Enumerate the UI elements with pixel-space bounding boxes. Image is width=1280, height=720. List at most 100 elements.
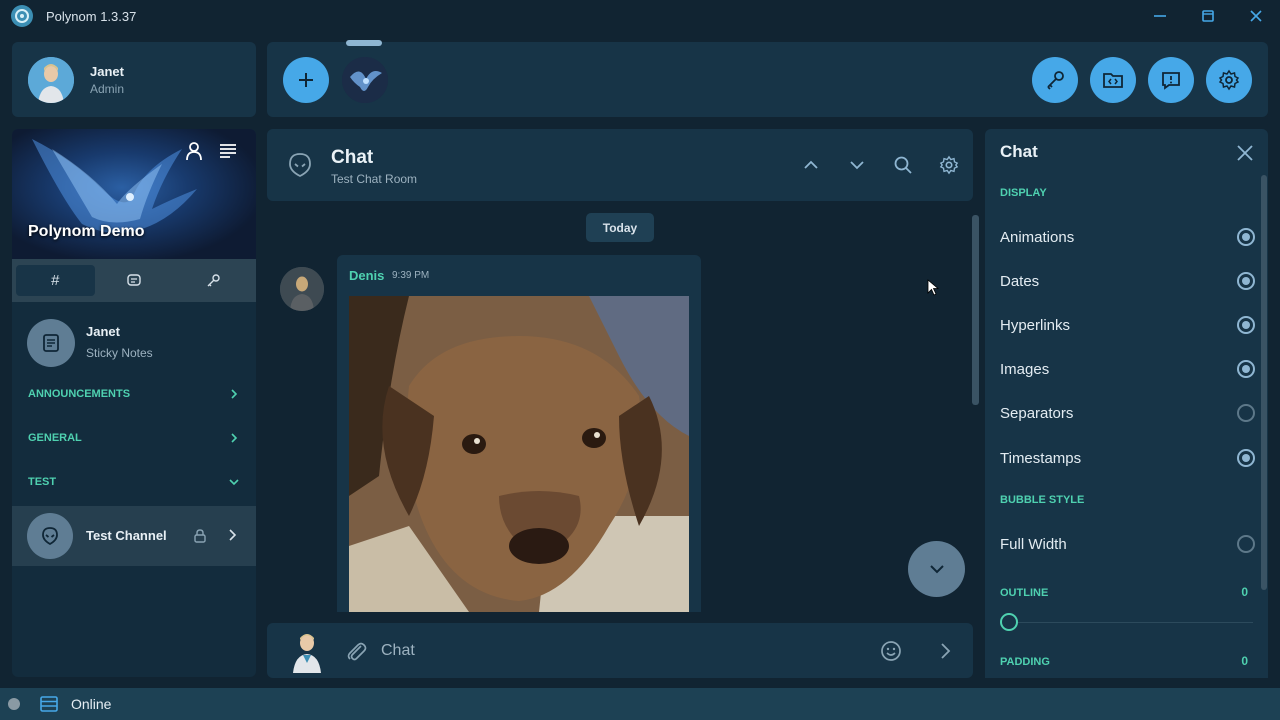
title-bar: Polynom 1.3.37 [0, 0, 1280, 32]
setting-images[interactable]: Images [1000, 357, 1255, 381]
alert-message-icon [1162, 72, 1180, 90]
server-list-icon[interactable] [39, 694, 59, 714]
keys-button[interactable] [1032, 57, 1078, 103]
timestamps-toggle[interactable] [1237, 449, 1255, 467]
channel-name: Test Channel [86, 528, 167, 543]
animations-toggle[interactable] [1237, 228, 1255, 246]
person-icon [186, 142, 202, 161]
composer-user-avatar [287, 629, 327, 673]
server-banner: Polynom Demo [12, 129, 256, 259]
padding-section-heading: PADDING [1000, 656, 1050, 668]
message-image-puppy[interactable] [349, 296, 689, 612]
search-button[interactable] [891, 153, 915, 177]
sticky-notes-icon [27, 319, 75, 367]
outline-section-heading: OUTLINE [1000, 587, 1049, 599]
outline-slider-thumb[interactable] [1000, 613, 1018, 631]
active-server-indicator [346, 40, 382, 46]
setting-full-width[interactable]: Full Width [1000, 532, 1255, 556]
chevron-down-icon [850, 161, 864, 170]
separators-toggle[interactable] [1237, 404, 1255, 422]
server-name: Polynom Demo [28, 223, 145, 240]
status-text: Online [71, 696, 112, 712]
channel-item-test-channel[interactable]: Test Channel [12, 506, 256, 566]
plus-icon [299, 73, 313, 87]
chevron-right-icon [231, 433, 238, 443]
chat-bubble-icon [127, 273, 141, 286]
user-avatar [28, 57, 74, 103]
server-menu-button[interactable] [216, 139, 240, 163]
category-announcements[interactable]: ANNOUNCEMENTS [28, 384, 240, 404]
chat-scrollbar[interactable] [972, 215, 979, 405]
gear-icon [939, 155, 959, 175]
category-general[interactable]: GENERAL [28, 428, 240, 448]
scroll-down-header-button[interactable] [845, 153, 869, 177]
attachment-icon[interactable] [344, 639, 368, 663]
jump-to-bottom-button[interactable] [908, 541, 965, 597]
emoji-icon[interactable] [879, 639, 903, 663]
feedback-button[interactable] [1148, 57, 1194, 103]
connection-status-indicator [8, 698, 20, 710]
alien-channel-icon [27, 513, 73, 559]
message-author-avatar[interactable] [280, 267, 324, 311]
close-window-button[interactable] [1232, 0, 1280, 32]
lock-icon [194, 529, 206, 543]
setting-label: Animations [1000, 228, 1075, 246]
chevron-down-icon [229, 479, 239, 486]
user-name: Janet [90, 64, 124, 79]
setting-animations[interactable]: Animations [1000, 225, 1255, 249]
sticky-notes-owner: Janet [86, 324, 120, 339]
server-bar [267, 40, 1268, 117]
chat-header: Chat Test Chat Room [267, 129, 973, 201]
chat-input[interactable] [381, 634, 861, 667]
send-icon[interactable] [933, 639, 957, 663]
category-label: GENERAL [28, 432, 82, 444]
hyperlinks-toggle[interactable] [1237, 316, 1255, 334]
setting-hyperlinks[interactable]: Hyperlinks [1000, 313, 1255, 337]
category-test[interactable]: TEST [28, 472, 240, 492]
folder-code-icon [1103, 73, 1123, 88]
category-label: TEST [28, 476, 57, 488]
chevron-right-icon [229, 529, 237, 541]
bubble-style-section-heading: BUBBLE STYLE [1000, 494, 1085, 506]
dates-toggle[interactable] [1237, 272, 1255, 290]
outline-value: 0 [1241, 585, 1248, 599]
key-icon [207, 273, 220, 286]
chat-subtitle: Test Chat Room [331, 172, 418, 186]
tab-channels[interactable]: # [16, 265, 95, 296]
maximize-icon [1202, 10, 1214, 22]
polynom-logo-icon [11, 5, 33, 27]
channel-sidebar: Polynom Demo # Janet Sticky Notes ANNOUN… [12, 129, 256, 677]
settings-scrollbar[interactable] [1261, 175, 1267, 590]
user-card[interactable]: Janet Admin [12, 42, 256, 117]
server-icon-polynom-demo[interactable] [342, 57, 388, 103]
message-composer [267, 623, 973, 678]
chevron-down-icon [929, 565, 944, 574]
maximize-button[interactable] [1184, 0, 1232, 32]
message-author[interactable]: Denis [349, 268, 384, 283]
files-button[interactable] [1090, 57, 1136, 103]
chat-settings-button[interactable] [937, 153, 961, 177]
images-toggle[interactable] [1237, 360, 1255, 378]
outline-slider-track[interactable] [1009, 622, 1253, 623]
search-icon [894, 156, 912, 174]
setting-separators[interactable]: Separators [1000, 401, 1255, 425]
chat-title: Chat [331, 147, 374, 168]
full-width-toggle[interactable] [1237, 535, 1255, 553]
settings-button[interactable] [1206, 57, 1252, 103]
setting-label: Timestamps [1000, 449, 1082, 467]
close-icon[interactable] [1233, 141, 1257, 165]
setting-timestamps[interactable]: Timestamps [1000, 446, 1255, 470]
date-divider: Today [586, 213, 654, 242]
message-timestamp: 9:39 PM [392, 270, 430, 281]
message-bubble: Denis 9:39 PM [337, 255, 701, 612]
display-section-heading: DISPLAY [1000, 187, 1047, 199]
members-button[interactable] [182, 139, 206, 163]
tab-keys[interactable] [173, 265, 252, 296]
tab-direct-messages[interactable] [95, 265, 174, 296]
add-server-button[interactable] [283, 57, 329, 103]
scroll-up-button[interactable] [799, 153, 823, 177]
sticky-notes-item[interactable]: Janet Sticky Notes [12, 315, 256, 369]
minimize-icon [1154, 15, 1166, 17]
minimize-button[interactable] [1136, 0, 1184, 32]
setting-dates[interactable]: Dates [1000, 269, 1255, 293]
